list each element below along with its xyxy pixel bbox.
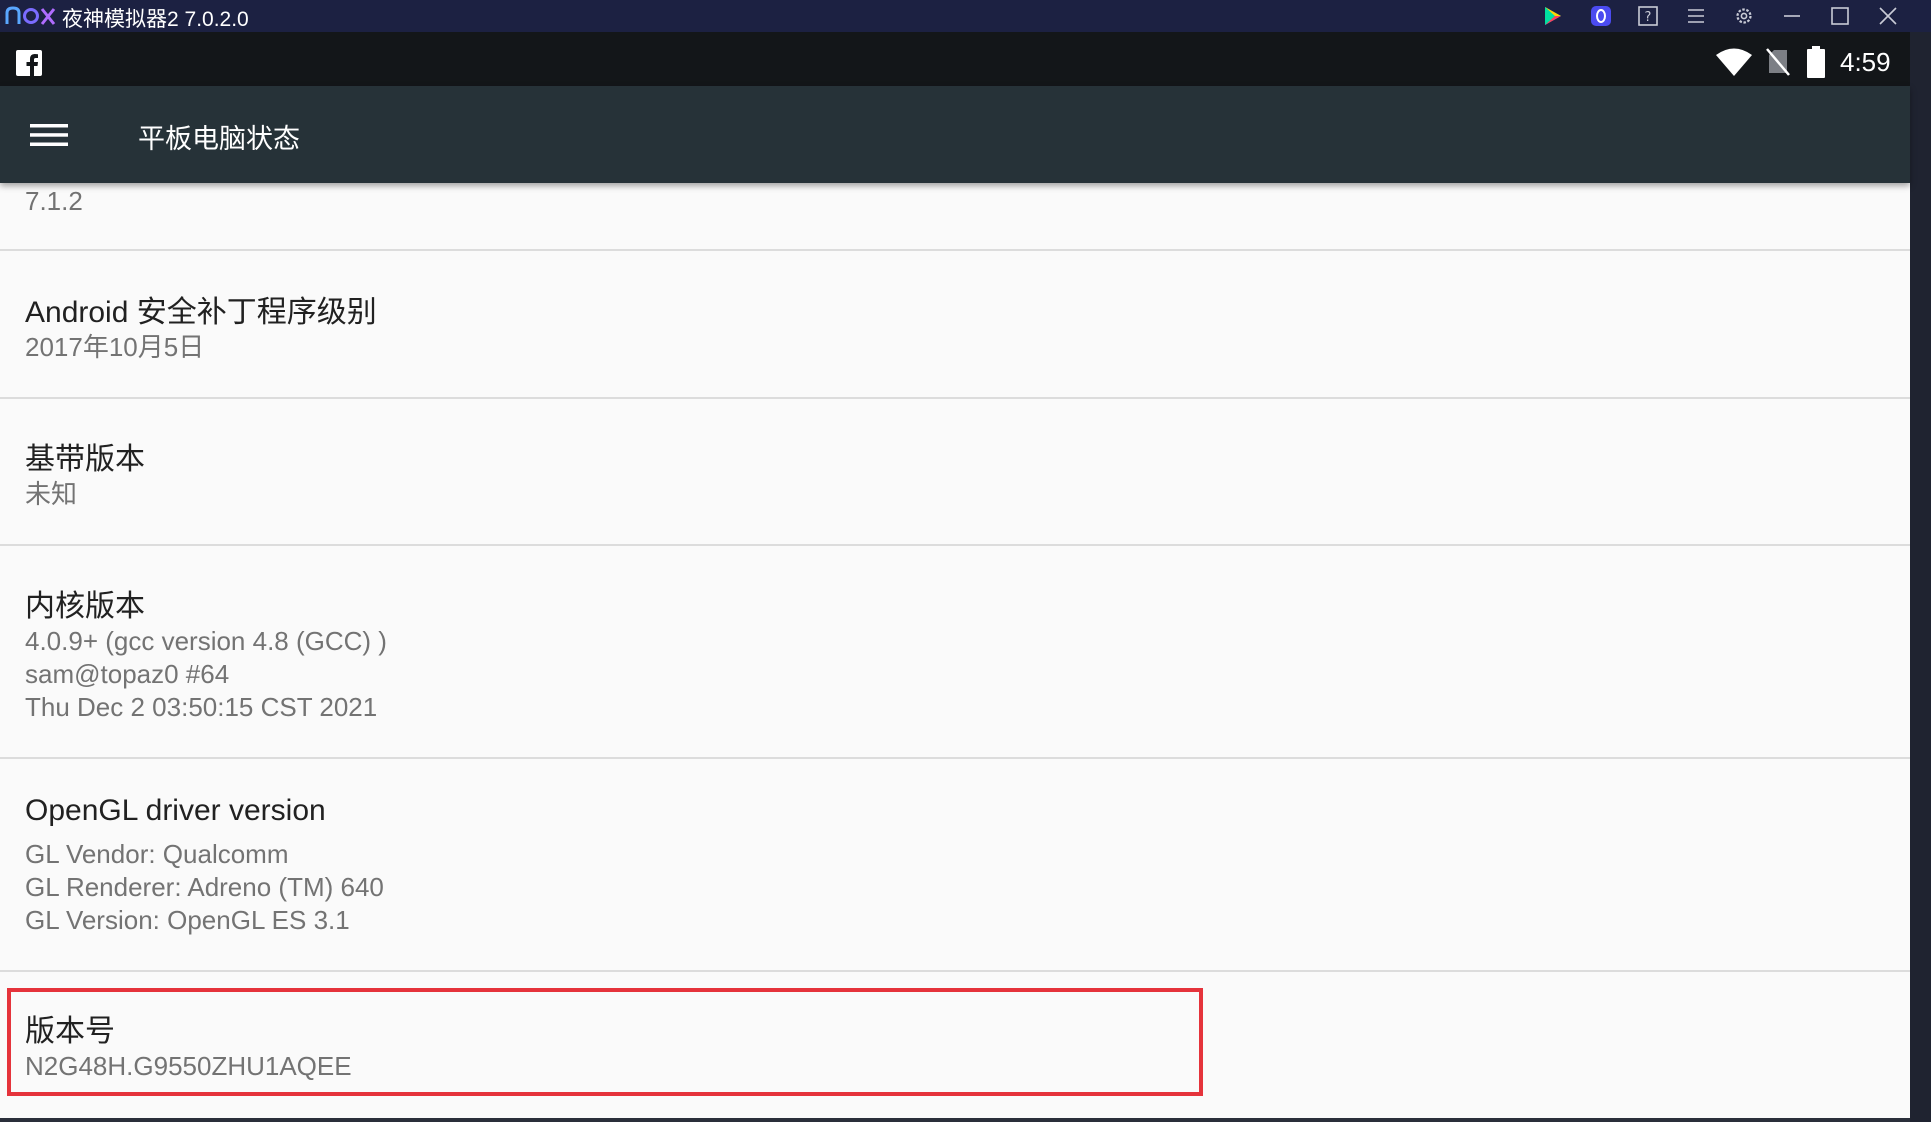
kernel-version-line: Thu Dec 2 03:50:15 CST 2021 — [25, 692, 378, 722]
help-icon[interactable]: ? — [1637, 5, 1659, 27]
security-patch-title: Android 安全补丁程序级别 — [25, 296, 377, 329]
window-title: 夜神模拟器2 7.0.2.0 — [62, 8, 249, 31]
list-item-android-version[interactable]: 7.1.2 — [0, 183, 1910, 251]
page-title: 平板电脑状态 — [138, 124, 300, 155]
battery-icon — [1807, 46, 1825, 78]
android-status-bar: 4:59 — [0, 32, 1910, 86]
opengl-driver-line: GL Version: OpenGL ES 3.1 — [25, 905, 350, 935]
emulator-title-bar: 夜神模拟器2 7.0.2.0 ? — [0, 0, 1931, 32]
kernel-version-line: 4.0.9+ (gcc version 4.8 (GCC) ) — [25, 626, 387, 656]
list-item-opengl-driver[interactable]: OpenGL driver version GL Vendor: Qualcom… — [0, 759, 1910, 971]
app-toolbar: 平板电脑状态 — [0, 86, 1910, 183]
baseband-version-title: 基带版本 — [25, 443, 145, 476]
clock: 4:59 — [1840, 47, 1891, 77]
hamburger-menu-icon[interactable] — [30, 124, 68, 146]
opengl-driver-line: GL Vendor: Qualcomm — [25, 839, 289, 869]
settings-gear-icon[interactable] — [1733, 5, 1755, 27]
minimize-icon[interactable] — [1781, 5, 1803, 27]
android-version-value: 7.1.2 — [25, 186, 83, 216]
list-item-security-patch[interactable]: Android 安全补丁程序级别 2017年10月5日 — [0, 251, 1910, 397]
play-store-icon[interactable] — [1542, 5, 1564, 27]
close-icon[interactable] — [1877, 5, 1899, 27]
bottom-edge — [0, 1118, 1910, 1122]
emulator-side-edge — [1910, 32, 1931, 1122]
baseband-version-value: 未知 — [25, 479, 78, 509]
opengl-driver-title: OpenGL driver version — [25, 794, 326, 827]
menu-lines-icon[interactable] — [1685, 5, 1707, 27]
nox-logo-icon — [5, 6, 56, 25]
no-sim-icon — [1766, 48, 1790, 76]
kernel-version-line: sam@topaz0 #64 — [25, 659, 230, 689]
app-badge-icon[interactable] — [1590, 5, 1612, 27]
facebook-icon — [16, 50, 42, 76]
wifi-icon — [1716, 48, 1752, 76]
opengl-driver-line: GL Renderer: Adreno (TM) 640 — [25, 872, 384, 902]
highlight-box — [7, 988, 1203, 1096]
list-item-baseband-version[interactable]: 基带版本 未知 — [0, 399, 1910, 545]
maximize-icon[interactable] — [1829, 5, 1851, 27]
svg-text:?: ? — [1645, 10, 1652, 25]
preference-list[interactable]: 7.1.2 Android 安全补丁程序级别 2017年10月5日 基带版本 未… — [0, 183, 1910, 1122]
security-patch-value: 2017年10月5日 — [25, 332, 205, 362]
list-item-kernel-version[interactable]: 内核版本 4.0.9+ (gcc version 4.8 (GCC) ) sam… — [0, 546, 1910, 758]
kernel-version-title: 内核版本 — [25, 590, 145, 623]
